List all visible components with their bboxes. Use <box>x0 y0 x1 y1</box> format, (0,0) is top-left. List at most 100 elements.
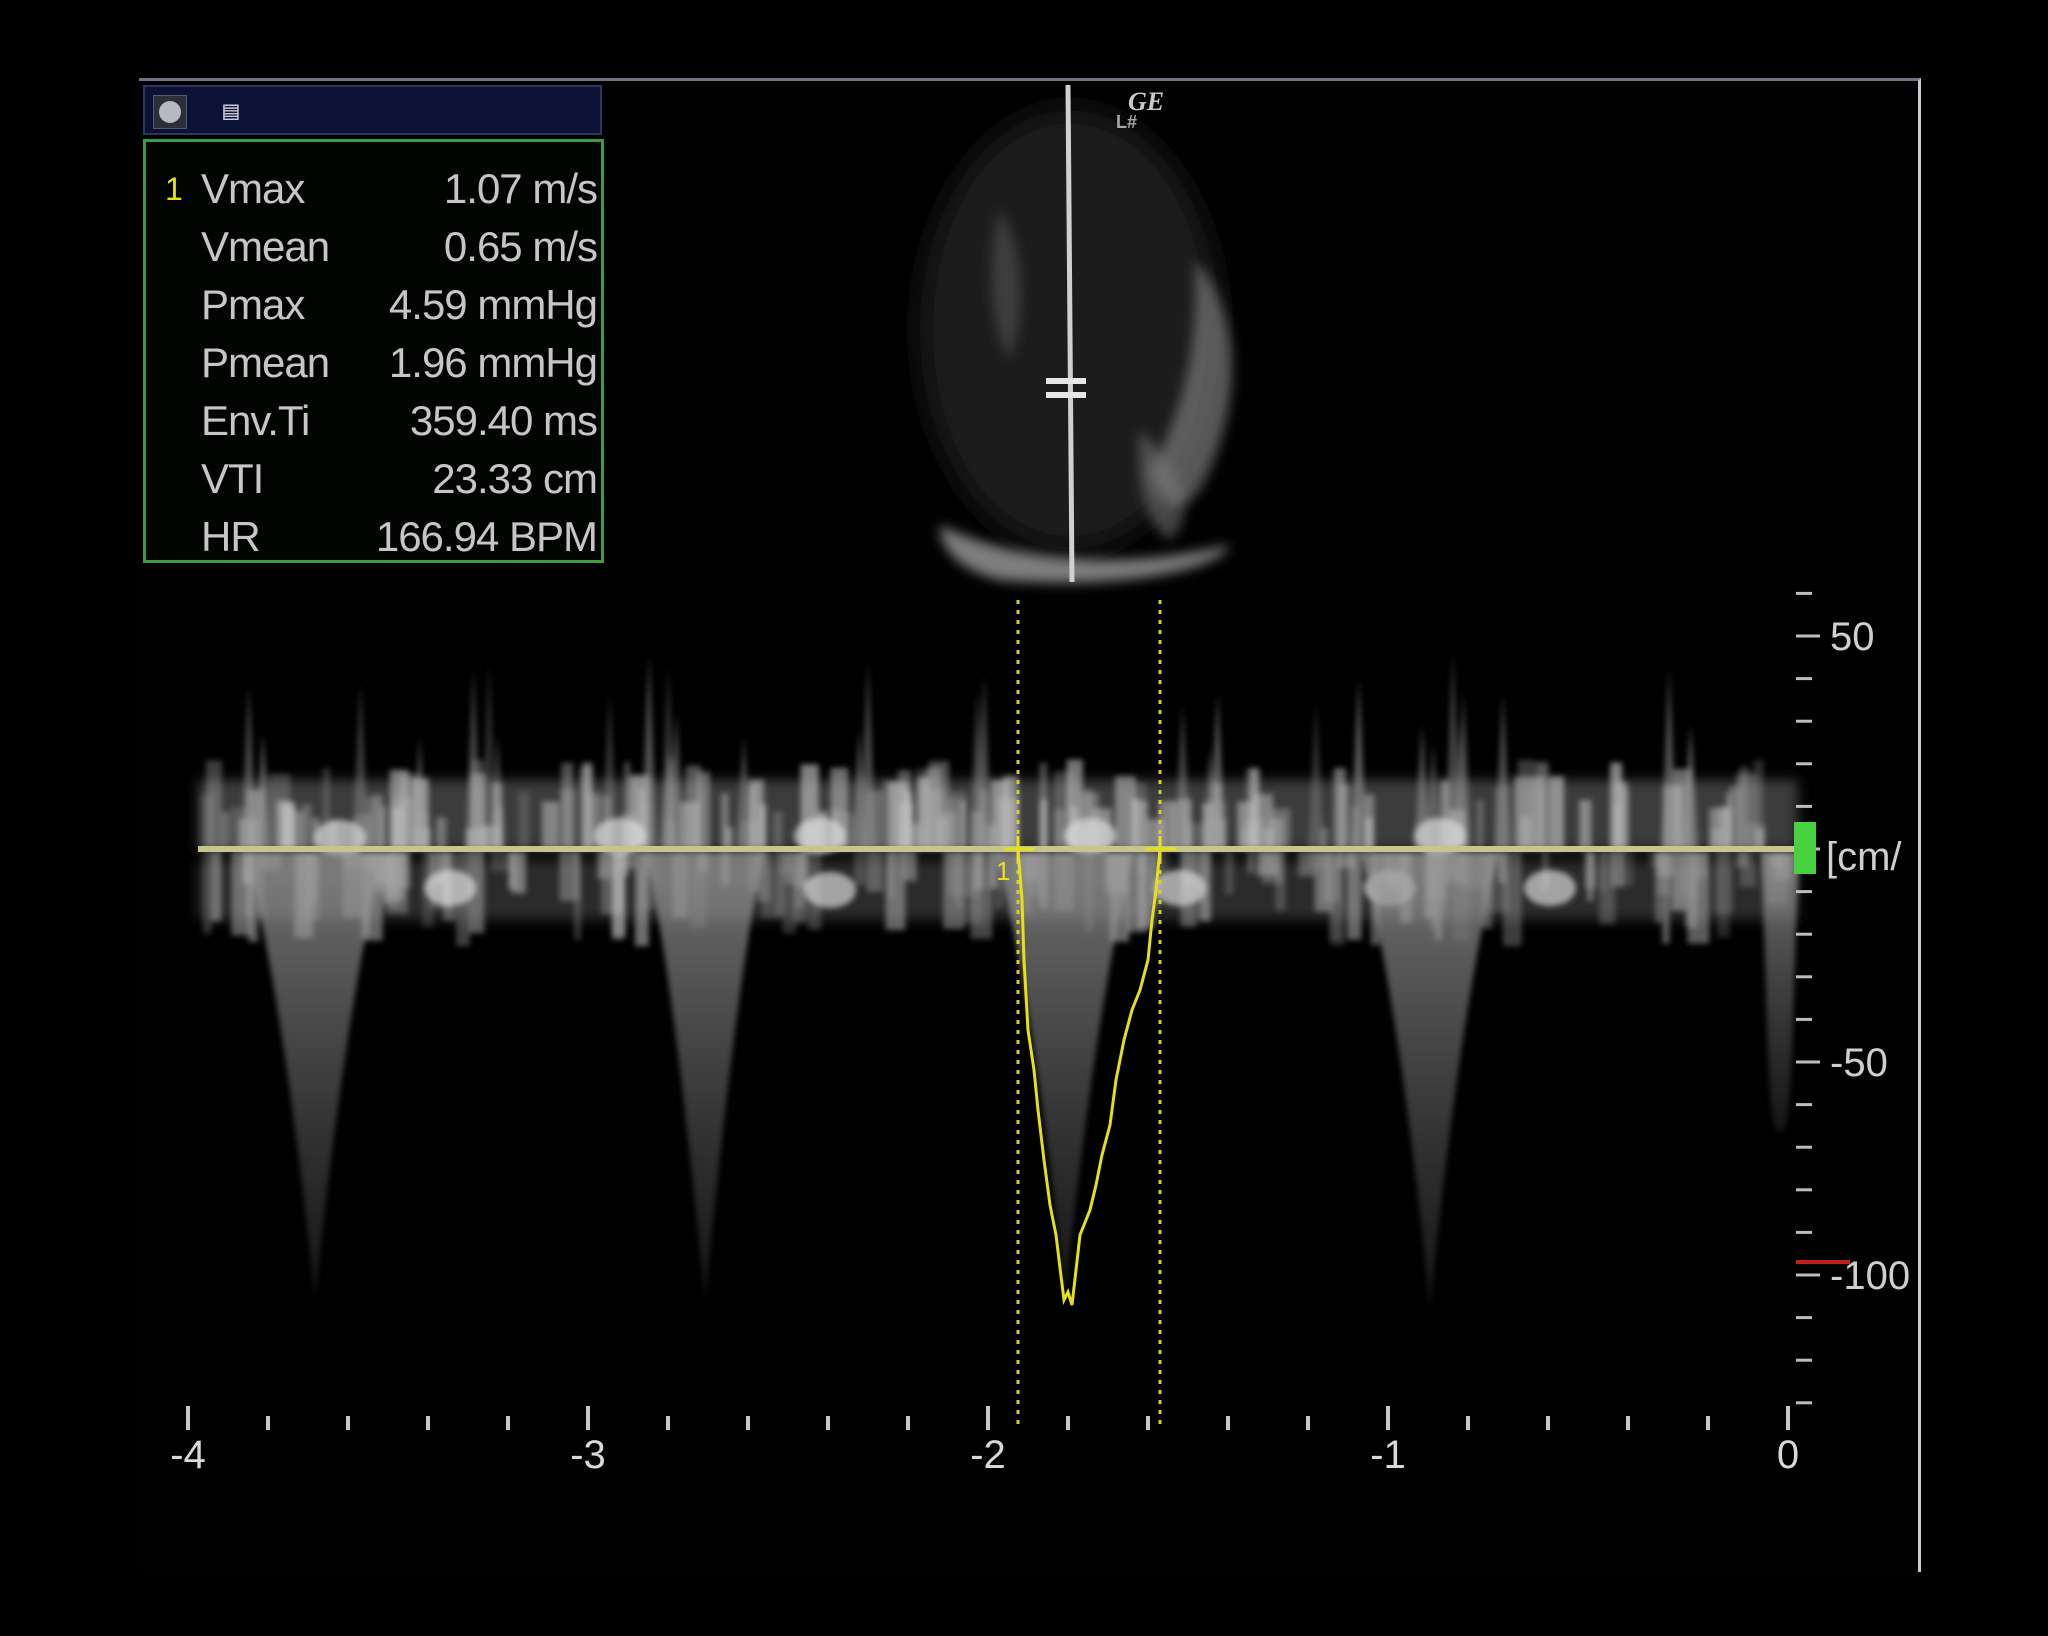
measurement-row[interactable]: 1 Vmax 1.07 m/s <box>146 160 601 218</box>
measurement-row[interactable]: Env.Ti 359.40 ms <box>146 392 601 450</box>
spectrum-speckle <box>1225 852 1234 895</box>
spectrum-speckle <box>573 852 582 940</box>
spectrum-spike <box>1494 692 1511 849</box>
spectrum-spike <box>481 662 498 849</box>
spectrum-speckle <box>1739 852 1756 887</box>
spectrum-speckle <box>561 762 574 849</box>
spectrum-speckle <box>1053 809 1066 849</box>
spectrum-spike <box>641 654 658 849</box>
spectrum-speckle <box>947 852 961 897</box>
spectrum-speckle <box>1003 775 1019 849</box>
time-label: -2 <box>970 1433 1006 1477</box>
spectrum-speckle <box>854 852 866 886</box>
spectrum-blob <box>1154 870 1206 906</box>
measurement-row[interactable]: Pmax 4.59 mmHg <box>146 276 601 334</box>
spectrum-spike <box>240 684 257 849</box>
spectrum-speckle <box>1334 767 1346 849</box>
spectrum-speckle <box>1271 808 1291 849</box>
spectrum-speckle <box>1677 852 1699 898</box>
time-axis: -4 -3 -2 -1 0 <box>170 1406 1799 1477</box>
measurement-label: VTI <box>201 455 264 502</box>
spectrum-speckle <box>1710 828 1722 849</box>
velocity-unit-label: [cm/ <box>1826 835 1902 879</box>
spectrum-speckle <box>1584 852 1597 889</box>
systolic-jet <box>645 852 765 1300</box>
measurement-label: Vmean <box>201 223 330 270</box>
spectrum-speckle <box>205 760 222 849</box>
spectrum-speckle <box>211 852 222 922</box>
spectrum-speckle <box>582 762 593 849</box>
spectrum-speckle <box>221 811 230 849</box>
spectrum-speckle <box>1039 762 1048 849</box>
ultrasound-screen: GE L# 1 50 -50 -100 [cm/ -4 -3 -2 -1 0 ▤… <box>0 0 2048 1636</box>
spectrum-speckle <box>772 811 783 849</box>
spectrum-speckle <box>518 792 530 849</box>
record-icon[interactable] <box>153 95 187 129</box>
spectrum-speckle <box>1330 852 1345 946</box>
spectrum-speckle <box>1245 767 1255 849</box>
spectrum-speckle <box>268 773 291 849</box>
spectrum-spike <box>1174 704 1191 849</box>
spectrum-speckle <box>881 779 901 849</box>
time-label: -3 <box>570 1433 606 1477</box>
measurement-value: 166.94 BPM <box>375 513 598 560</box>
measurement-row[interactable]: HR 166.94 BPM <box>146 508 601 566</box>
sample-gate-icon[interactable] <box>1046 378 1086 384</box>
spectrum-speckle <box>508 852 517 890</box>
measurement-value: 359.40 ms <box>409 397 598 444</box>
measurement-label: Env.Ti <box>201 397 310 444</box>
spectrum-speckle <box>390 807 404 849</box>
spectrum-speckle <box>1256 852 1278 876</box>
measurement-label: Pmax <box>201 281 305 328</box>
systolic-jet <box>995 852 1135 1300</box>
spectrum-speckle <box>915 768 929 849</box>
velocity-scale: 50-50-100 <box>1796 591 1910 1405</box>
measurement-value: 0.65 m/s <box>443 223 598 270</box>
spectrum-speckle <box>975 852 984 890</box>
measurement-value: 1.07 m/s <box>443 165 598 212</box>
spectrum-spike <box>1661 668 1678 849</box>
spectrum-blob <box>804 872 856 908</box>
spectrum-speckle <box>1746 823 1766 849</box>
logo-sub-text: L# <box>1116 112 1137 132</box>
spectrum-spike <box>1350 677 1367 849</box>
spectrum-speckle <box>1247 852 1254 873</box>
spectrum-speckle <box>1649 852 1665 868</box>
spectrum-speckle <box>1476 800 1484 849</box>
spectrum-speckle <box>721 793 729 849</box>
spectrum-speckle <box>1611 852 1625 887</box>
spectrum-speckle <box>203 852 212 934</box>
measure-marker-label: 1 <box>996 856 1010 886</box>
systolic-jet <box>1360 852 1500 1310</box>
spectrum-speckle <box>1713 852 1734 914</box>
measurement-row[interactable]: Vmean 0.65 m/s <box>146 218 601 276</box>
spectrum-speckle <box>949 791 967 849</box>
measurement-label: Pmean <box>201 339 330 386</box>
spectrum-speckle <box>1263 828 1274 849</box>
time-label: -1 <box>1370 1433 1406 1477</box>
spectrum-spike <box>1308 703 1325 849</box>
spectrum-speckle <box>1502 852 1522 946</box>
spectrum-blob <box>424 870 476 906</box>
measurement-list: 1 Vmax 1.07 m/s Vmean 0.65 m/s Pmax 4.59 mmHg P… <box>143 139 604 563</box>
velocity-label: 50 <box>1830 615 1875 659</box>
baseline-marker[interactable] <box>1794 822 1816 874</box>
spectrum-speckle <box>866 852 884 892</box>
spectrum-blob <box>1524 870 1576 906</box>
spectrum-speckle <box>1599 852 1607 892</box>
spectrum-spike <box>465 668 482 849</box>
measurement-value: 23.33 cm <box>432 455 598 502</box>
spectrum-speckle <box>776 852 785 917</box>
measurement-label: HR <box>201 513 261 560</box>
spectrum-speckle <box>1536 762 1549 849</box>
measurement-row[interactable]: Pmean 1.96 mmHg <box>146 334 601 392</box>
report-icon[interactable]: ▤ <box>215 93 247 129</box>
measurement-row[interactable]: VTI 23.33 cm <box>146 450 601 508</box>
spectrum-speckle <box>1115 776 1136 849</box>
time-label: -4 <box>170 1433 206 1477</box>
velocity-label: -50 <box>1830 1041 1888 1085</box>
spectrum-speckle <box>1548 776 1565 849</box>
spectrum-speckle <box>290 811 305 849</box>
spectrum-speckle <box>611 852 625 940</box>
systolic-jet <box>1760 852 1800 1132</box>
